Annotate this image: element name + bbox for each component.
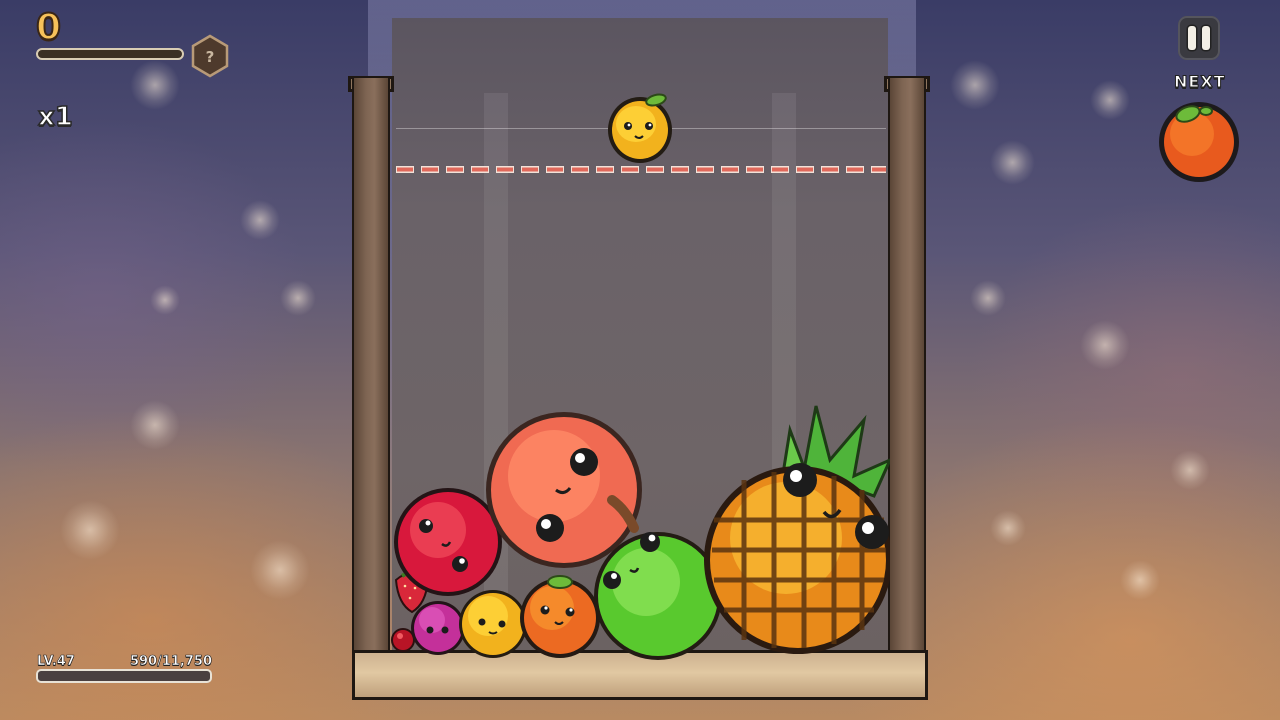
combo-multiplier: x1: [37, 101, 73, 133]
fruit-grape: [411, 601, 465, 655]
current-fruit-lemon[interactable]: [604, 88, 680, 166]
score-progress-bar: [36, 48, 184, 60]
score-badge: ?: [191, 34, 229, 78]
bokeh-light: [950, 60, 1000, 110]
bokeh-light: [280, 280, 316, 316]
bokeh-light: [130, 60, 180, 110]
score-value: 0: [35, 7, 62, 48]
next-label: NEXT: [1174, 72, 1226, 92]
fruit-peach: [486, 412, 642, 568]
left-wall: [352, 76, 390, 676]
fruit-lemon: [459, 590, 527, 658]
pause-icon: [1188, 26, 1196, 50]
fruit-orange: [520, 575, 600, 658]
bokeh-light: [1090, 80, 1130, 120]
next-fruit-orange: [1159, 102, 1239, 182]
score-badge-label: ?: [206, 48, 215, 66]
pause-button[interactable]: [1178, 16, 1220, 60]
danger-line: [396, 166, 886, 173]
bokeh-light: [1170, 450, 1210, 490]
pause-icon: [1202, 26, 1210, 50]
bokeh-light: [1080, 320, 1130, 370]
bokeh-light: [60, 500, 120, 560]
player-xp: 590/11,750: [129, 654, 213, 670]
bokeh-light: [150, 285, 180, 315]
player-level: LV.47: [37, 654, 76, 670]
fruit-cherry: [391, 628, 415, 652]
bokeh-light: [970, 280, 1006, 316]
bokeh-light: [240, 200, 280, 240]
right-wall: [888, 76, 926, 676]
bokeh-light: [250, 540, 310, 600]
bokeh-light: [1120, 560, 1160, 600]
bokeh-light: [990, 510, 1026, 546]
bokeh-light: [990, 140, 1035, 185]
xp-progress-bar: [36, 669, 212, 683]
fruit-pineapple: [704, 405, 890, 654]
bokeh-light: [130, 400, 180, 450]
